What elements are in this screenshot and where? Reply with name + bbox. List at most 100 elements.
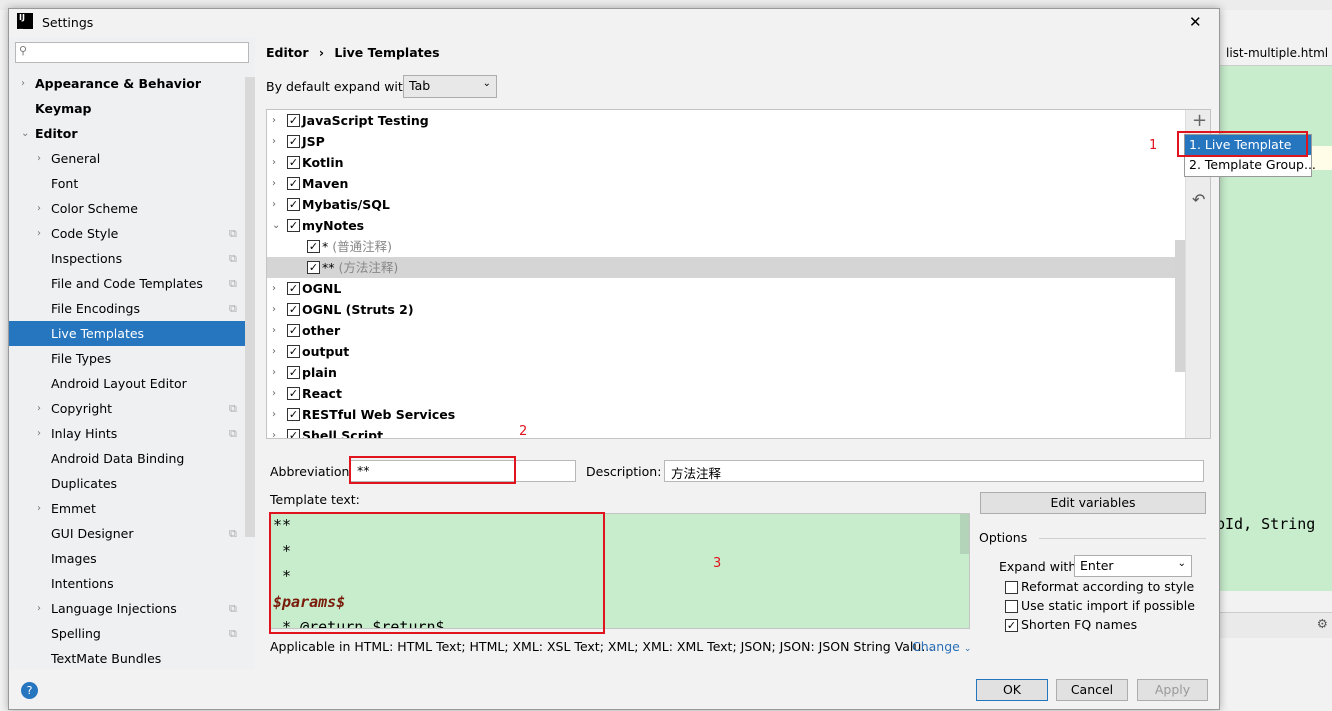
checkbox[interactable]: ✓ (287, 282, 300, 295)
sidebar-item-android-layout-editor[interactable]: Android Layout Editor (9, 371, 245, 396)
sidebar-item-code-style[interactable]: › Code Style ⧉ (9, 221, 245, 246)
revert-icon[interactable]: ↶ (1192, 190, 1205, 209)
sidebar-item-keymap[interactable]: Keymap (9, 96, 245, 121)
chevron-right-icon[interactable]: › (272, 404, 276, 425)
template-group[interactable]: › ✓ output (267, 341, 1177, 362)
checkbox[interactable]: ✓ (287, 198, 300, 211)
sidebar-item-inlay-hints[interactable]: › Inlay Hints ⧉ (9, 421, 245, 446)
chevron-right-icon[interactable]: › (37, 196, 41, 221)
sidebar-item-file-and-code-templates[interactable]: File and Code Templates ⧉ (9, 271, 245, 296)
checkbox[interactable]: ✓ (287, 114, 300, 127)
template-group[interactable]: › ✓ other (267, 320, 1177, 341)
sidebar-item-android-data-binding[interactable]: Android Data Binding (9, 446, 245, 471)
help-icon[interactable]: ? (21, 682, 38, 699)
chevron-right-icon[interactable]: › (21, 71, 25, 96)
template-group[interactable]: › ✓ RESTful Web Services (267, 404, 1177, 425)
chevron-right-icon[interactable]: › (272, 299, 276, 320)
chevron-down-icon[interactable]: ⌄ (21, 121, 29, 146)
chevron-right-icon[interactable]: › (272, 362, 276, 383)
template-item[interactable]: ✓ ** (方法注释) (267, 257, 1177, 278)
chevron-right-icon[interactable]: › (272, 383, 276, 404)
sidebar-item-language-injections[interactable]: › Language Injections ⧉ (9, 596, 245, 621)
chevron-down-icon[interactable]: ⌄ (272, 215, 280, 236)
checkbox[interactable]: ✓ (287, 303, 300, 316)
checkbox[interactable]: ✓ (287, 219, 300, 232)
option-checkbox[interactable]: ✓ (1005, 619, 1018, 632)
checkbox[interactable]: ✓ (287, 366, 300, 379)
expand-select[interactable]: Tab ⌄ (403, 75, 497, 98)
editor-tab[interactable]: list-multiple.html (1220, 42, 1332, 66)
chevron-right-icon[interactable]: › (272, 131, 276, 152)
editor-scrollbar[interactable] (960, 514, 969, 554)
search-input[interactable]: ⚲ (15, 42, 249, 63)
chevron-right-icon[interactable]: › (272, 425, 276, 438)
sidebar-scrollbar[interactable] (245, 77, 255, 537)
chevron-right-icon[interactable]: › (272, 278, 276, 299)
checkbox[interactable]: ✓ (287, 408, 300, 421)
checkbox[interactable]: ✓ (287, 135, 300, 148)
checkbox[interactable]: ✓ (287, 429, 300, 438)
sidebar-item-gui-designer[interactable]: GUI Designer ⧉ (9, 521, 245, 546)
checkbox[interactable]: ✓ (287, 177, 300, 190)
sidebar-item-file-types[interactable]: File Types (9, 346, 245, 371)
sidebar-item-inspections[interactable]: Inspections ⧉ (9, 246, 245, 271)
checkbox[interactable]: ✓ (307, 240, 320, 253)
template-group[interactable]: › ✓ Mybatis/SQL (267, 194, 1177, 215)
chevron-right-icon[interactable]: › (37, 596, 41, 621)
change-link[interactable]: Change ⌄ (912, 639, 971, 654)
sidebar-item-duplicates[interactable]: Duplicates (9, 471, 245, 496)
chevron-right-icon[interactable]: › (37, 146, 41, 171)
chevron-right-icon[interactable]: › (272, 110, 276, 131)
chevron-right-icon[interactable]: › (37, 396, 41, 421)
apply-button[interactable]: Apply (1137, 679, 1208, 701)
checkbox[interactable]: ✓ (307, 261, 320, 274)
template-group[interactable]: › ✓ JavaScript Testing (267, 110, 1177, 131)
sidebar-item-copyright[interactable]: › Copyright ⧉ (9, 396, 245, 421)
description-input[interactable]: 方法注释 (664, 460, 1204, 482)
chevron-right-icon[interactable]: › (272, 341, 276, 362)
option-checkbox[interactable] (1005, 581, 1018, 594)
checkbox[interactable]: ✓ (287, 156, 300, 169)
chevron-right-icon[interactable]: › (37, 421, 41, 446)
option-label[interactable]: Use static import if possible (1021, 598, 1195, 613)
chevron-right-icon[interactable]: › (272, 320, 276, 341)
template-group[interactable]: › ✓ OGNL (267, 278, 1177, 299)
chevron-right-icon[interactable]: › (272, 194, 276, 215)
sidebar-item-appearance-behavior[interactable]: › Appearance & Behavior (9, 71, 245, 96)
edit-variables-button[interactable]: Edit variables (980, 492, 1206, 514)
sidebar-item-editor[interactable]: ⌄ Editor (9, 121, 245, 146)
chevron-right-icon[interactable]: › (37, 221, 41, 246)
close-icon[interactable]: ✕ (1189, 13, 1202, 31)
option-checkbox[interactable] (1005, 600, 1018, 613)
template-group[interactable]: › ✓ OGNL (Struts 2) (267, 299, 1177, 320)
template-group[interactable]: › ✓ JSP (267, 131, 1177, 152)
template-group[interactable]: › ✓ React (267, 383, 1177, 404)
sidebar-item-images[interactable]: Images (9, 546, 245, 571)
gear-icon[interactable]: ⚙ (1317, 616, 1328, 631)
menu-item-template-group[interactable]: 2. Template Group... (1185, 155, 1316, 175)
ok-button[interactable]: OK (976, 679, 1048, 701)
template-group[interactable]: › ✓ Shell Script (267, 425, 1177, 438)
checkbox[interactable]: ✓ (287, 324, 300, 337)
template-group[interactable]: › ✓ Maven (267, 173, 1177, 194)
template-item[interactable]: ✓ * (普通注释) (267, 236, 1177, 257)
sidebar-item-file-encodings[interactable]: File Encodings ⧉ (9, 296, 245, 321)
option-label[interactable]: Reformat according to style (1021, 579, 1194, 594)
sidebar-item-spelling[interactable]: Spelling ⧉ (9, 621, 245, 646)
chevron-right-icon[interactable]: › (37, 496, 41, 521)
sidebar-item-font[interactable]: Font (9, 171, 245, 196)
template-group[interactable]: › ✓ Kotlin (267, 152, 1177, 173)
sidebar-item-intentions[interactable]: Intentions (9, 571, 245, 596)
sidebar-item-emmet[interactable]: › Emmet (9, 496, 245, 521)
expand-with-select[interactable]: Enter ⌄ (1074, 555, 1192, 577)
chevron-right-icon[interactable]: › (272, 152, 276, 173)
option-label[interactable]: Shorten FQ names (1021, 617, 1137, 632)
cancel-button[interactable]: Cancel (1056, 679, 1128, 701)
add-icon[interactable]: + (1192, 110, 1207, 131)
sidebar-item-general[interactable]: › General (9, 146, 245, 171)
sidebar-item-live-templates[interactable]: Live Templates (9, 321, 245, 346)
template-group[interactable]: › ✓ plain (267, 362, 1177, 383)
sidebar-item-textmate-bundles[interactable]: TextMate Bundles (9, 646, 245, 671)
checkbox[interactable]: ✓ (287, 345, 300, 358)
tree-scrollbar[interactable] (1175, 240, 1185, 372)
